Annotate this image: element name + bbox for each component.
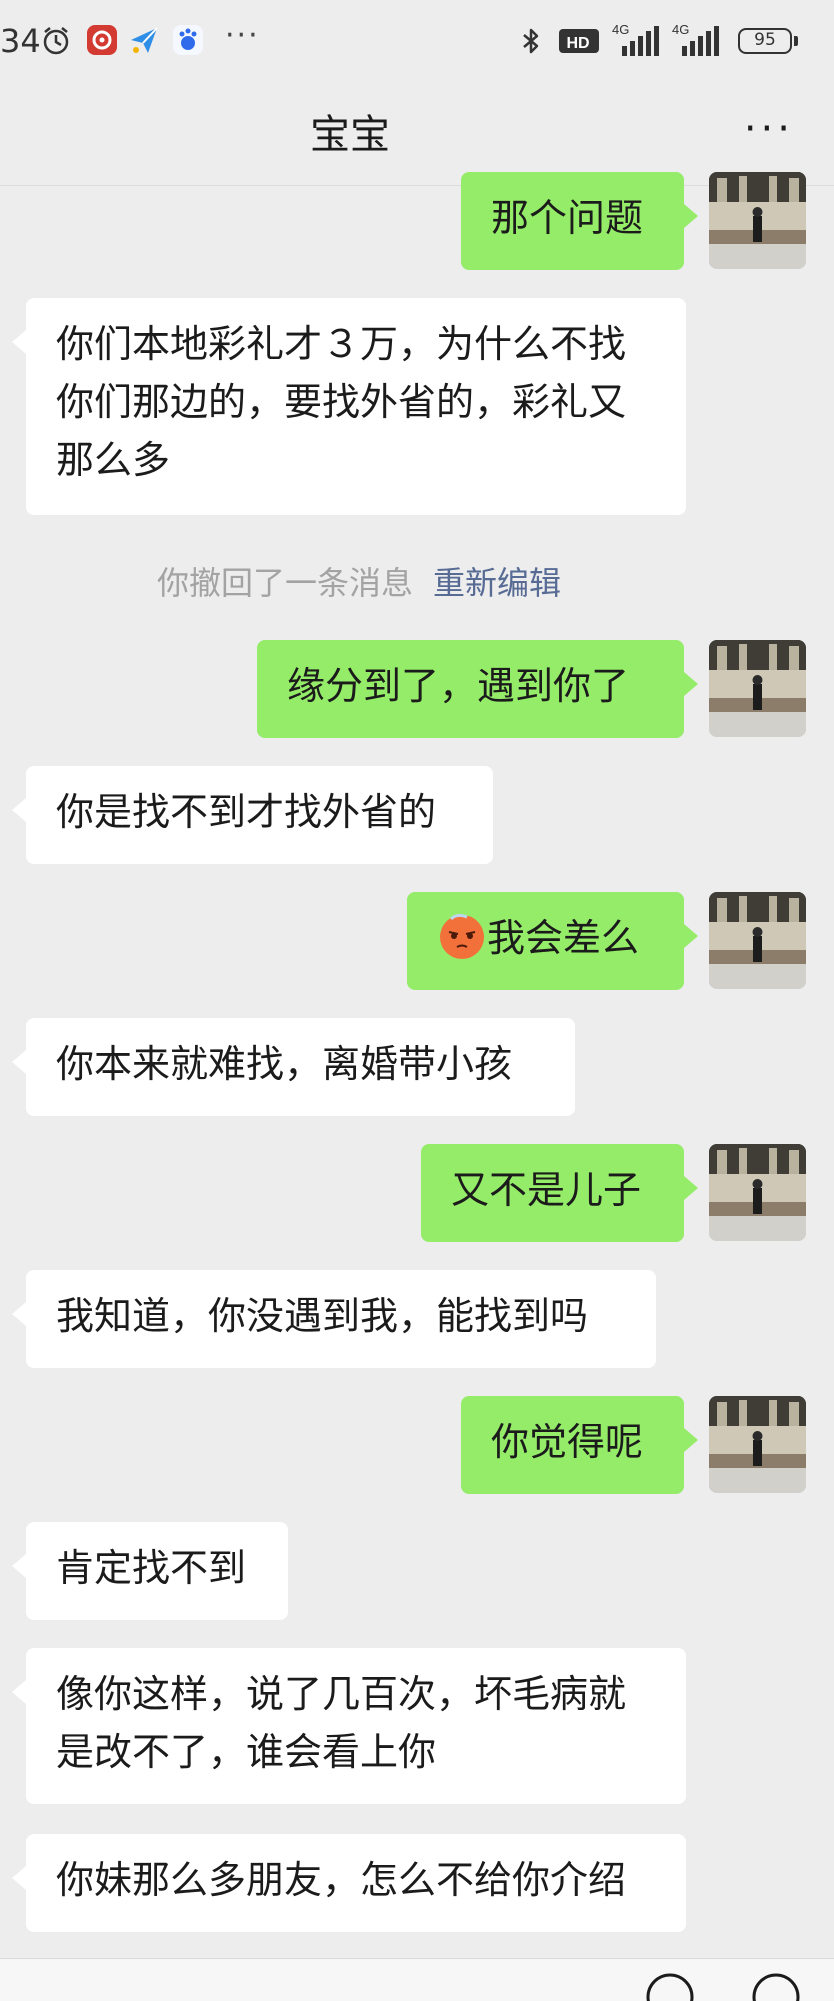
message-sent[interactable]: 你觉得呢 xyxy=(461,1396,698,1494)
message-text: 又不是儿子 xyxy=(451,1168,642,1212)
my-avatar[interactable] xyxy=(709,640,806,737)
message-received[interactable]: 你是找不到才找外省的 xyxy=(12,766,493,864)
svg-text:4G: 4G xyxy=(672,22,689,37)
status-bar: 34 ··· HD 4G 4G 95 xyxy=(0,0,834,86)
svg-text:4G: 4G xyxy=(612,22,629,37)
music-app-icon xyxy=(87,25,117,55)
reedit-link[interactable]: 重新编辑 xyxy=(433,564,561,602)
message-text: 像你这样，说了几百次，坏毛病就是改不了，谁会看上你 xyxy=(56,1672,627,1774)
alarm-icon xyxy=(43,27,69,55)
baidu-app-icon xyxy=(173,25,203,55)
my-avatar[interactable] xyxy=(709,1396,806,1493)
bluetooth-icon xyxy=(523,28,539,54)
message-received[interactable]: 你本来就难找，离婚带小孩 xyxy=(12,1018,575,1116)
my-avatar[interactable] xyxy=(709,172,806,269)
message-received[interactable]: 我知道，你没遇到我，能找到吗 xyxy=(12,1270,656,1368)
more-notifications-icon: ··· xyxy=(225,18,260,53)
message-text: 你是找不到才找外省的 xyxy=(56,790,437,834)
signal-4g-icon-1: 4G xyxy=(612,22,659,56)
my-avatar[interactable] xyxy=(709,1144,806,1241)
message-text: 你妹那么多朋友，怎么不给你介绍 xyxy=(56,1858,627,1902)
message-received[interactable]: 肯定找不到 xyxy=(12,1522,288,1620)
message-text: 你本来就难找，离婚带小孩 xyxy=(56,1042,513,1086)
message-text: 那个问题 xyxy=(491,196,644,240)
message-received[interactable]: 你妹那么多朋友，怎么不给你介绍 xyxy=(12,1834,686,1932)
recall-text: 你撤回了一条消息 xyxy=(156,564,413,602)
battery-tip xyxy=(794,36,798,46)
blushing-sweat-emoji-icon xyxy=(440,913,484,959)
add-button-icon[interactable] xyxy=(750,1971,802,2001)
message-text: 缘分到了，遇到你了 xyxy=(287,664,630,708)
message-sent[interactable]: 我会差么 xyxy=(407,892,698,990)
battery-indicator: 95 xyxy=(738,28,792,54)
message-sent[interactable]: 又不是儿子 xyxy=(421,1144,698,1242)
avatar-photo xyxy=(709,1396,806,1493)
signal-4g-icon-2: 4G xyxy=(672,22,719,56)
message-text: 你们本地彩礼才３万，为什么不找你们那边的，要找外省的，彩礼又那么多 xyxy=(56,322,627,482)
status-time: 34 xyxy=(0,22,41,60)
message-text: 肯定找不到 xyxy=(56,1546,247,1590)
message-text: 我会差么 xyxy=(487,916,640,960)
message-text: 你觉得呢 xyxy=(491,1420,644,1464)
avatar-photo xyxy=(709,172,806,269)
chat-title: 宝宝 xyxy=(310,112,390,158)
more-options-button[interactable]: ··· xyxy=(744,106,794,152)
message-sent[interactable]: 缘分到了，遇到你了 xyxy=(257,640,698,738)
chat-header: 宝宝 ··· xyxy=(0,86,834,186)
recall-notice: 你撤回了一条消息 重新编辑 xyxy=(0,558,776,604)
my-avatar[interactable] xyxy=(709,892,806,989)
hd-badge-icon: HD xyxy=(559,29,599,53)
message-received[interactable]: 像你这样，说了几百次，坏毛病就是改不了，谁会看上你 xyxy=(12,1648,686,1804)
paper-plane-app-icon xyxy=(131,27,158,53)
message-text: 我知道，你没遇到我，能找到吗 xyxy=(56,1294,589,1338)
avatar-photo xyxy=(709,892,806,989)
message-sent[interactable]: 那个问题 xyxy=(461,172,698,270)
svg-text:HD: HD xyxy=(566,35,589,52)
avatar-photo xyxy=(709,640,806,737)
emoji-button-icon[interactable] xyxy=(644,1971,696,2001)
input-bar xyxy=(0,1958,834,2001)
avatar-photo xyxy=(709,1144,806,1241)
message-received[interactable]: 你们本地彩礼才３万，为什么不找你们那边的，要找外省的，彩礼又那么多 xyxy=(12,298,686,515)
